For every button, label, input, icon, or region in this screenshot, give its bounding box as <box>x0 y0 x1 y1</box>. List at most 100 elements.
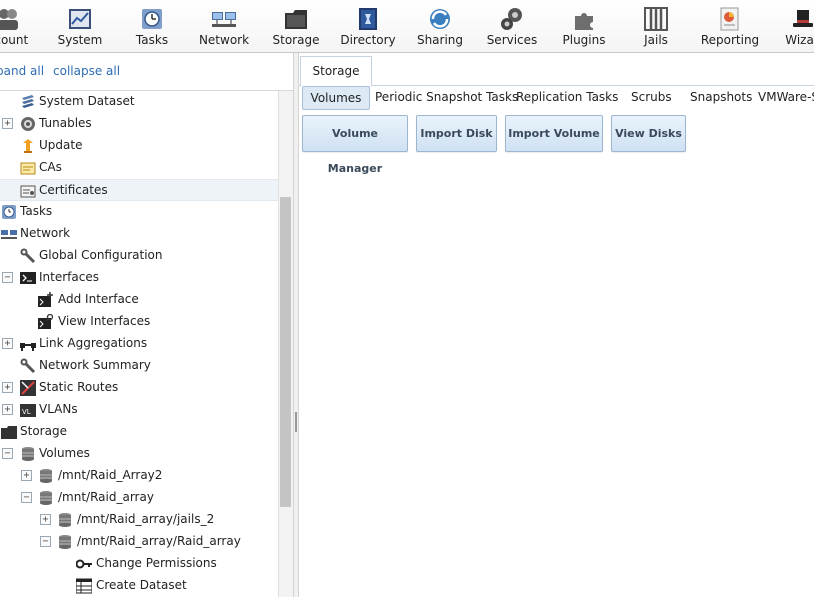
tree-item-label: Certificates <box>39 183 108 197</box>
expand-toggle[interactable]: + <box>2 382 13 393</box>
tree-item-label: Static Routes <box>39 380 119 394</box>
tree-item-label: Storage <box>20 424 67 438</box>
tab-storage[interactable]: Storage <box>300 56 372 87</box>
tree-item-add-interface[interactable]: Add Interface <box>0 289 278 311</box>
tree-item-raid-array-raid-array[interactable]: − /mnt/Raid_array/Raid_array <box>0 531 278 553</box>
expand-toggle[interactable]: + <box>2 118 13 129</box>
wizard-icon <box>793 10 813 27</box>
create-dataset-icon <box>76 578 92 594</box>
tree-item-global-configuration[interactable]: Global Configuration <box>0 245 278 267</box>
view-disks-button[interactable]: View Disks <box>611 115 686 152</box>
tree-item-network[interactable]: Network <box>0 223 278 245</box>
key-icon <box>76 559 92 569</box>
tree-item-label: Tasks <box>20 204 53 218</box>
tree-item-network-summary[interactable]: Network Summary <box>0 355 278 377</box>
tree-item-raid-array-jails-2[interactable]: + /mnt/Raid_array/jails_2 <box>0 509 278 531</box>
collapse-toggle[interactable]: − <box>40 536 51 547</box>
tasks-icon <box>142 9 162 29</box>
import-disk-button[interactable]: Import Disk <box>416 115 497 152</box>
tree-item-volumes[interactable]: − Volumes <box>0 443 278 465</box>
expand-all-link[interactable]: pand all <box>0 64 44 78</box>
tree-item-label: Network <box>20 226 71 240</box>
tree-item-tasks[interactable]: Tasks <box>0 201 278 223</box>
expand-toggle[interactable]: + <box>40 514 51 525</box>
toolbar-wizard[interactable]: Wizar <box>766 0 814 53</box>
tree-item-label: /mnt/Raid_array/Raid_array <box>77 534 241 548</box>
navigation-pane: pand all collapse all System Dataset + T… <box>0 53 293 597</box>
tree-item-label: /mnt/Raid_array/jails_2 <box>77 512 215 526</box>
volume-manager-button[interactable]: Volume Manager <box>302 115 408 175</box>
tree-item-label: Global Configuration <box>39 248 163 262</box>
jails-icon <box>644 7 668 31</box>
tree-item-tunables[interactable]: + Tunables <box>0 113 278 135</box>
tree-item-label: Network Summary <box>39 358 151 372</box>
collapse-toggle[interactable]: − <box>2 448 13 459</box>
tree-item-label: /mnt/Raid_Array2 <box>58 468 163 482</box>
expand-toggle[interactable]: + <box>21 470 32 481</box>
tree-item-label: Add Interface <box>58 292 139 306</box>
tree-scrollbar-thumb[interactable] <box>280 197 291 507</box>
tree-item-link-aggregations[interactable]: + Link Aggregations <box>0 333 278 355</box>
tree-item-label: Update <box>39 138 83 152</box>
toolbar-jails[interactable]: Jails <box>620 0 692 53</box>
vlan-icon: VL <box>20 404 36 417</box>
volume-icon <box>40 491 52 505</box>
top-toolbar: ccount System Tasks Network Storage Dire… <box>0 0 814 53</box>
tree-item-raid-array2[interactable]: + /mnt/Raid_Array2 <box>0 465 278 487</box>
content-pane: Storage Volumes Periodic Snapshot Tasks … <box>299 53 814 597</box>
toolbar-label: Wizar <box>785 33 814 47</box>
tree-item-label: /mnt/Raid_array <box>58 490 154 504</box>
view-interfaces-icon <box>38 314 54 329</box>
tree-item-static-routes[interactable]: + Static Routes <box>0 377 278 399</box>
navigation-tree: System Dataset + Tunables Update CAs Cer… <box>0 91 278 597</box>
splitter-grip[interactable] <box>295 412 297 432</box>
volume-icon <box>22 447 34 461</box>
tab-snapshots[interactable]: Snapshots <box>690 86 752 110</box>
tree-item-cas[interactable]: CAs <box>0 157 278 179</box>
tunables-icon <box>21 117 35 131</box>
tab-volumes[interactable]: Volumes <box>302 86 370 110</box>
expand-toggle[interactable]: + <box>2 404 13 415</box>
collapse-toggle[interactable]: − <box>2 272 13 283</box>
tab-scrubs[interactable]: Scrubs <box>631 86 672 110</box>
account-icon <box>0 9 18 30</box>
volume-actions: Volume Manager Import Disk Import Volume… <box>299 115 814 175</box>
tree-item-label: Link Aggregations <box>39 336 148 350</box>
tree-item-label: System Dataset <box>39 94 135 108</box>
tree-item-label: Tunables <box>39 116 92 130</box>
tree-item-system-dataset[interactable]: System Dataset <box>0 91 278 113</box>
tree-controls: pand all collapse all <box>0 53 293 91</box>
reporting-icon <box>720 7 739 31</box>
tree-item-interfaces[interactable]: − Interfaces <box>0 267 278 289</box>
collapse-all-link[interactable]: collapse all <box>53 64 120 78</box>
ca-icon <box>20 162 36 175</box>
dataset-icon <box>22 95 34 108</box>
svg-text:VL: VL <box>22 408 31 416</box>
static-routes-icon <box>20 380 36 396</box>
tree-item-label: View Interfaces <box>58 314 151 328</box>
outer-tab-bar: Storage <box>299 53 814 87</box>
tree-item-label: Volumes <box>39 446 90 460</box>
expand-toggle[interactable]: + <box>2 338 13 349</box>
tree-item-change-permissions[interactable]: Change Permissions <box>0 553 278 575</box>
tree-item-raid-array[interactable]: − /mnt/Raid_array <box>0 487 278 509</box>
volume-icon <box>40 469 52 483</box>
collapse-toggle[interactable]: − <box>21 492 32 503</box>
tab-vmware-snapshots[interactable]: VMWare-S <box>758 86 814 110</box>
add-interface-icon <box>38 292 53 307</box>
volume-icon <box>59 513 71 527</box>
volume-icon <box>59 535 71 549</box>
tree-item-view-interfaces[interactable]: View Interfaces <box>0 311 278 333</box>
tree-item-certificates[interactable]: Certificates <box>0 179 278 201</box>
tree-item-label: CAs <box>39 160 62 174</box>
tree-item-create-dataset[interactable]: Create Dataset <box>0 575 278 597</box>
tree-item-label: VLANs <box>39 402 78 416</box>
tree-item-vlans[interactable]: + VL VLANs <box>0 399 278 421</box>
tab-replication-tasks[interactable]: Replication Tasks <box>516 86 618 110</box>
update-icon <box>23 139 33 153</box>
tree-item-update[interactable]: Update <box>0 135 278 157</box>
tree-item-storage[interactable]: Storage <box>0 421 278 443</box>
import-volume-button[interactable]: Import Volume <box>505 115 603 152</box>
tab-periodic-snapshot-tasks[interactable]: Periodic Snapshot Tasks <box>375 86 518 110</box>
system-icon <box>69 9 91 29</box>
